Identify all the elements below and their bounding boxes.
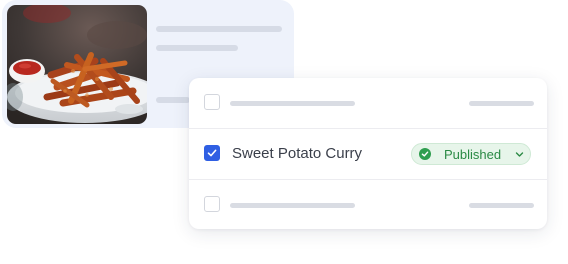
- chevron-down-icon: [515, 152, 524, 157]
- table-row[interactable]: Sweet Potato Curry Published: [189, 129, 547, 179]
- check-icon: [207, 149, 217, 157]
- table-row[interactable]: [189, 78, 547, 128]
- row-checkbox[interactable]: [204, 145, 220, 161]
- placeholder-line: [156, 26, 282, 32]
- status-label: Published: [444, 147, 502, 162]
- placeholder-line: [156, 97, 190, 103]
- recipe-title[interactable]: Sweet Potato Curry: [232, 145, 362, 163]
- table-row[interactable]: [189, 180, 547, 230]
- status-dropdown[interactable]: Published: [411, 143, 531, 165]
- placeholder-line: [230, 101, 355, 106]
- food-photo: [7, 5, 147, 124]
- placeholder-line: [230, 203, 355, 208]
- recipe-list-card: Sweet Potato Curry Published: [189, 78, 547, 229]
- placeholder-line: [469, 101, 534, 106]
- row-checkbox[interactable]: [204, 94, 220, 110]
- check-circle-icon: [419, 148, 431, 160]
- placeholder-line: [469, 203, 534, 208]
- row-checkbox[interactable]: [204, 196, 220, 212]
- placeholder-line: [156, 45, 238, 51]
